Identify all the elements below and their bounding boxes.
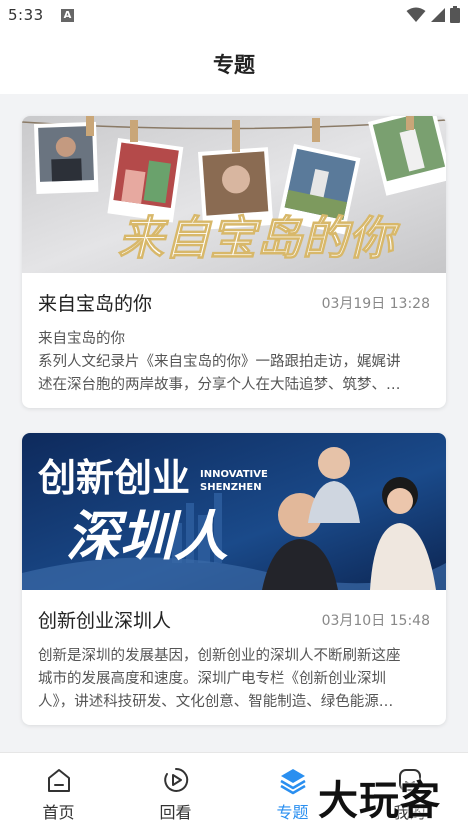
topic-card-image: 来自宝岛的你 bbox=[22, 116, 446, 273]
battery-icon bbox=[450, 6, 460, 23]
description-line: 系列人文纪录片《来自宝岛的你》一路跟拍走访，娓娓讲 bbox=[38, 354, 401, 370]
topic-card-date: 03月19日 13:28 bbox=[321, 296, 430, 312]
description-line: 述在深台胞的两岸故事，分享个人在大陆追梦、筑梦、… bbox=[38, 377, 401, 393]
status-bar: 5:33 A bbox=[0, 0, 468, 32]
topic-card-title: 创新创业深圳人 bbox=[38, 610, 172, 632]
description-line: 城市的发展高度和速度。深圳广电专栏《创新创业深圳 bbox=[38, 671, 386, 687]
topic-card-image-text: 来自宝岛的你 bbox=[118, 211, 401, 265]
status-icons bbox=[406, 6, 460, 23]
topic-card[interactable]: 来自宝岛的你 来自宝岛的你 03月19日 13:28 来自宝岛的你 系列人文纪录… bbox=[22, 116, 446, 408]
topic-card-image-text: 创新创业 bbox=[38, 456, 190, 500]
description-line: 人》，讲述科技研发、文化创意、智能制造、绿色能源… bbox=[38, 694, 394, 710]
description-line: 创新是深圳的发展基因，创新创业的深圳人不断刷新这座 bbox=[38, 648, 401, 664]
home-icon bbox=[48, 769, 70, 792]
wifi-icon bbox=[406, 7, 426, 22]
watermark: 大玩客 bbox=[318, 778, 441, 824]
tab-replay[interactable]: 回看 bbox=[117, 753, 234, 832]
topic-card-image: 创新创业 INNOVATIVE SHENZHEN 深圳人 bbox=[22, 433, 446, 590]
topic-card-title: 来自宝岛的你 bbox=[38, 293, 153, 315]
topic-card-image-text-en: INNOVATIVE bbox=[200, 469, 268, 480]
tab-home[interactable]: 首页 bbox=[0, 753, 117, 832]
status-time: 5:33 bbox=[8, 6, 44, 24]
layers-icon bbox=[280, 769, 306, 795]
topic-card-description: 创新是深圳的发展基因，创新创业的深圳人不断刷新这座 城市的发展高度和速度。深圳广… bbox=[38, 645, 430, 714]
tab-label: 首页 bbox=[42, 803, 75, 822]
topic-card-image-text: 深圳人 bbox=[66, 504, 228, 568]
page-title: 专题 bbox=[213, 53, 255, 77]
replay-icon bbox=[164, 767, 189, 792]
topic-card-description: 来自宝岛的你 系列人文纪录片《来自宝岛的你》一路跟拍走访，娓娓讲 述在深台胞的两… bbox=[38, 328, 430, 397]
notification-icon: A bbox=[61, 9, 74, 22]
topic-card-image-text-en: SHENZHEN bbox=[200, 482, 262, 493]
app-header: 专题 bbox=[0, 32, 468, 94]
signal-icon bbox=[431, 7, 445, 22]
topic-card[interactable]: 创新创业 INNOVATIVE SHENZHEN 深圳人 创新创业深圳人 03月… bbox=[22, 433, 446, 725]
topic-card-date: 03月10日 15:48 bbox=[321, 613, 430, 629]
tab-label: 回看 bbox=[159, 803, 192, 822]
description-line: 来自宝岛的你 bbox=[38, 331, 125, 347]
